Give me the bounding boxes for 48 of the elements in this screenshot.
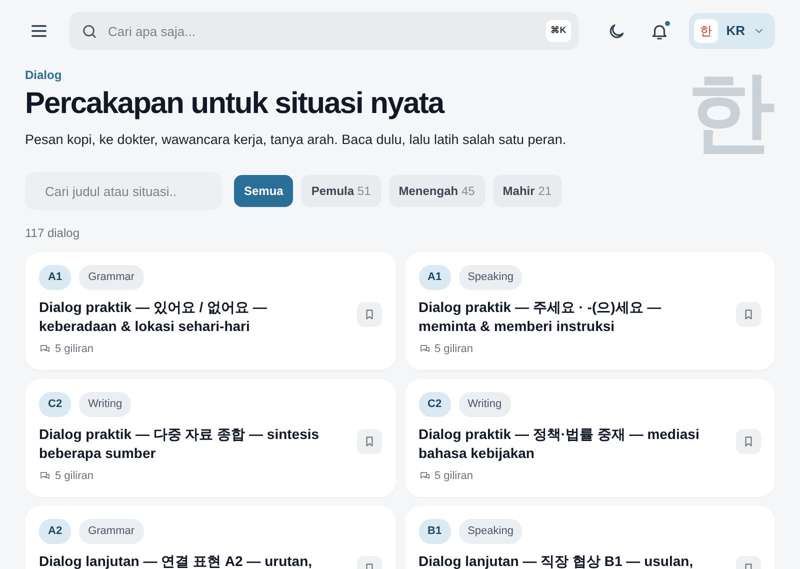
dialog-title: Dialog lanjutan — 연결 표현 A2 — urutan,: [39, 552, 314, 569]
turn-count: 5 giliran: [434, 342, 474, 357]
turn-count: 5 giliran: [55, 468, 94, 484]
level-tag: C2: [39, 392, 72, 417]
filter-tab[interactable]: Menengah 45: [388, 175, 485, 208]
dialog-card[interactable]: C2 Writing Dialog praktik — 정책·법률 중재 — mediasi bahasa kebijakan 5 giliran: [404, 379, 775, 498]
search-icon: [81, 22, 98, 40]
bookmark-button[interactable]: [356, 428, 382, 454]
dialog-title: Dialog lanjutan — 직장 협상 B1 — usulan,: [418, 552, 694, 569]
skill-tag: Writing: [458, 392, 511, 417]
level-tag: A2: [39, 519, 72, 544]
dialog-card[interactable]: C2 Writing Dialog praktik — 다중 자료 종합 — sintesis beberapa sumber 5 giliran: [25, 379, 396, 498]
level-tag: B1: [418, 519, 451, 544]
dialog-title: Dialog praktik — 정책·법률 중재 — mediasi bahasa kebijakan: [418, 424, 700, 464]
shortcut-hint: ⌘K: [546, 20, 572, 42]
language-flag: 한: [694, 19, 718, 43]
filter-tab[interactable]: Pemula 51: [301, 175, 381, 208]
dialog-title: Dialog praktik — 있어요 / 없어요 — keberadaan & lokasi sehari-hari: [39, 298, 268, 336]
level-tag: A1: [418, 265, 451, 290]
result-count: 117 dialog: [25, 225, 80, 242]
skill-tag: Speaking: [458, 519, 522, 544]
skill-tag: Grammar: [79, 265, 144, 290]
language-selector[interactable]: 한 KR: [689, 13, 775, 49]
level-tag: A1: [39, 265, 72, 290]
level-tag: C2: [418, 392, 451, 417]
skill-tag: Writing: [79, 392, 132, 417]
dialog-title: Dialog praktik — 주세요 · -(으)세요 — meminta & memberi instruksi: [418, 298, 662, 336]
section-label: Dialog: [25, 67, 63, 84]
dialog-title: Dialog praktik — 다중 자료 종합 — sintesis beberapa sumber: [39, 424, 320, 464]
turn-count: 5 giliran: [55, 342, 94, 357]
page-subtitle: Pesan kopi, ke dokter, wawancara kerja, tanya arah. Baca dulu, lalu latih salah satu peran.: [25, 131, 568, 149]
dialog-card[interactable]: B1 Speaking Dialog lanjutan — 직장 협상 B1 — usulan,: [404, 506, 775, 569]
bookmark-button[interactable]: [736, 428, 761, 454]
bookmark-button[interactable]: [356, 302, 382, 327]
moon-icon: [607, 22, 626, 40]
skill-tag: Speaking: [458, 265, 522, 290]
filter-tab[interactable]: Semua: [234, 175, 294, 208]
page-title: Percakapan untuk situasi nyata: [25, 86, 446, 122]
language-code: KR: [726, 22, 745, 40]
filter-tab[interactable]: Mahir 21: [492, 175, 562, 208]
search-bar[interactable]: Cari apa saja... ⌘K: [69, 12, 580, 50]
turn-count: 5 giliran: [434, 468, 474, 484]
search-input[interactable]: Cari apa saja...: [106, 12, 538, 50]
dialog-card[interactable]: A2 Grammar Dialog lanjutan — 연결 표현 A2 — urutan,: [25, 506, 396, 569]
dialog-card[interactable]: A1 Grammar Dialog praktik — 있어요 / 없어요 — keberadaan & lokasi sehari-hari 5 giliran: [25, 252, 396, 370]
dialog-card[interactable]: A1 Speaking Dialog praktik — 주세요 · -(으)세요 — meminta & memberi instruksi 5 giliran: [404, 252, 775, 370]
skill-tag: Grammar: [79, 519, 144, 544]
bookmark-button[interactable]: [736, 302, 761, 327]
